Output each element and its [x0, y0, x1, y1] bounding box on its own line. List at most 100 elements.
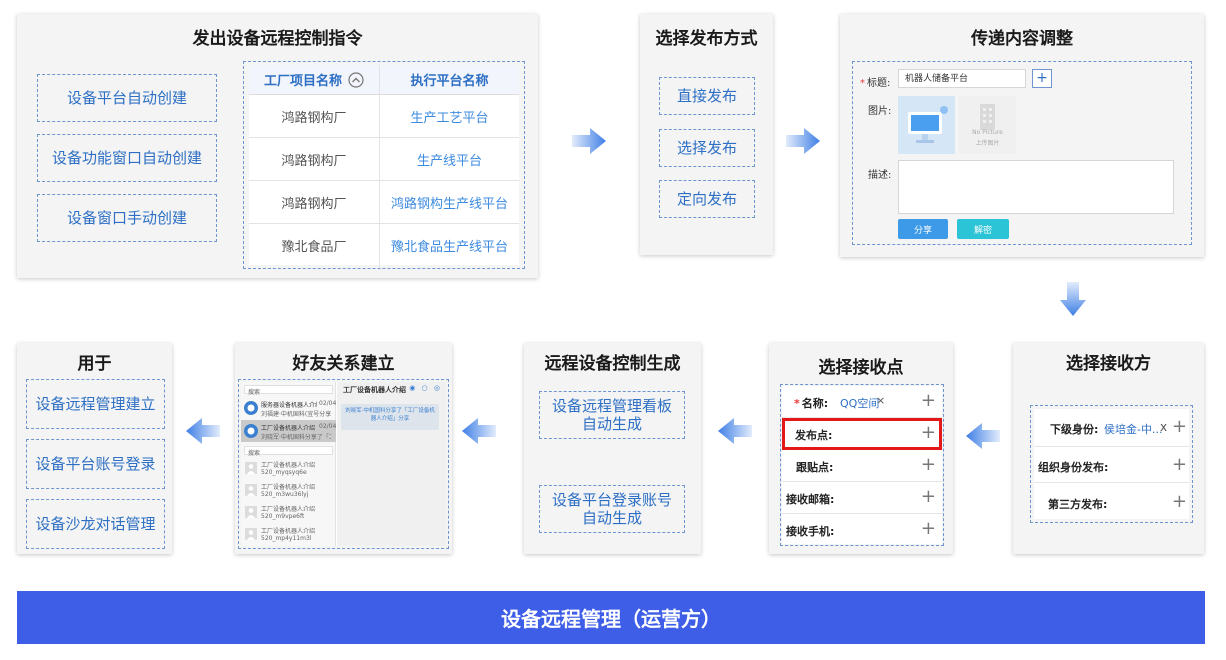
- chat-list-item[interactable]: 服务器设备机器人介绍 02/04 刘福建·中机国科(宜号分享): [241, 397, 336, 419]
- contact-item[interactable]: 工厂设备机器人介绍 520_m9vpe6ft: [241, 502, 336, 523]
- content-desc-label: 描述:: [868, 170, 892, 181]
- no-picture-text: No Picture: [972, 129, 1003, 136]
- add-icon[interactable]: +: [921, 390, 936, 411]
- remote-panel-title: 远程设备控制生成: [544, 354, 681, 374]
- remove-tag-icon[interactable]: x: [1160, 420, 1167, 434]
- table-cell-factory: 鸿路钢构厂: [281, 153, 347, 169]
- user-avatar-icon: [245, 506, 257, 518]
- add-icon[interactable]: +: [1172, 491, 1187, 512]
- remote-panel: 远程设备控制生成 设备远程管理看板自动生成 设备平台登录账号自动生成: [524, 343, 701, 554]
- cmd-panel-title: 发出设备远程控制指令: [192, 29, 363, 49]
- chat-app: 搜索 服务器设备机器人介绍 02/04 刘福建·中机国科(宜号分享) 工厂设备机…: [241, 382, 446, 546]
- table-row[interactable]: 豫北食品厂 豫北食品生产线平台: [249, 224, 519, 267]
- chat-window-pane: 工厂设备机器人介绍 ◉ ○ ◎ 刘晓军·中机国科分享了「工厂设备机器人介绍」分享: [337, 382, 446, 546]
- share-button[interactable]: 分享: [898, 219, 948, 239]
- table-header: 工厂项目名称 执行平台名称: [249, 65, 519, 95]
- table-row[interactable]: 鸿路钢构厂 鸿路钢构生产线平台: [249, 181, 519, 224]
- monitor-illustration-icon: [898, 96, 955, 154]
- chat-list-item-selected[interactable]: 工厂设备机器人介绍 02/04 刘晓军·中机国科分享了「工...」: [241, 420, 336, 442]
- user-avatar-icon: [245, 528, 257, 540]
- contact-item[interactable]: 工厂设备机器人介绍 520_myqsyq6e: [241, 458, 336, 479]
- cmd-option-2[interactable]: 设备功能窗口自动创建: [37, 134, 217, 182]
- point-row-follow[interactable]: 跟贴点: +: [782, 450, 942, 482]
- cmd-option-1[interactable]: 设备平台自动创建: [37, 74, 217, 122]
- contact-search-input[interactable]: 搜索: [244, 446, 333, 457]
- user-avatar-icon: [245, 462, 257, 474]
- factory-table: 工厂项目名称 执行平台名称 鸿路钢构厂 生产工艺平台 鸿路钢构厂 生产线平台 鸿…: [249, 65, 519, 267]
- table-cell-factory: 豫北食品厂: [281, 240, 347, 255]
- receiver-panel: 选择接收方 下级身份: 侯培金-中... x + 组织身份发布: + 第三方发布…: [1013, 343, 1204, 554]
- point-form: * 名称: QQ空间 × + 发布点: + 跟贴点: + 接收邮箱: + 接收手机…: [782, 386, 942, 544]
- publish-panel: 选择发布方式 直接发布 选择发布 定向发布: [640, 14, 773, 255]
- point-panel-title: 选择接收点: [818, 358, 904, 378]
- publish-select-option[interactable]: 选择发布: [659, 129, 755, 167]
- table-header-factory: 工厂项目名称: [249, 65, 379, 94]
- add-icon[interactable]: +: [921, 454, 936, 475]
- remove-tag-icon[interactable]: ×: [876, 394, 885, 407]
- chat-window-title: 工厂设备机器人介绍: [343, 386, 406, 394]
- add-icon[interactable]: +: [1172, 416, 1187, 437]
- point-row-email[interactable]: 接收邮箱: +: [782, 482, 942, 514]
- publish-targeted-option[interactable]: 定向发布: [659, 180, 755, 218]
- usage-option-login[interactable]: 设备平台账号登录: [26, 439, 165, 489]
- table-cell-platform[interactable]: 鸿路钢构生产线平台: [379, 181, 519, 223]
- point-panel: 选择接收点 * 名称: QQ空间 × + 发布点: + 跟贴点: + 接收邮箱: …: [769, 343, 953, 554]
- receiver-row-subordinate[interactable]: 下级身份: 侯培金-中... x +: [1034, 409, 1189, 447]
- chat-search-input[interactable]: 搜索: [244, 385, 333, 396]
- receiver-row-org[interactable]: 组织身份发布: +: [1034, 447, 1189, 483]
- cmd-panel: 发出设备远程控制指令 设备平台自动创建 设备功能窗口自动创建 设备窗口手动创建 …: [17, 14, 538, 278]
- usage-panel: 用于 设备远程管理建立 设备平台账号登录 设备沙龙对话管理: [17, 343, 172, 554]
- publish-direct-option[interactable]: 直接发布: [659, 77, 755, 115]
- point-row-publish[interactable]: 发布点: +: [782, 418, 942, 450]
- usage-option-salon[interactable]: 设备沙龙对话管理: [26, 499, 165, 549]
- collapse-icon[interactable]: [348, 71, 364, 88]
- remote-option-dashboard[interactable]: 设备远程管理看板自动生成: [539, 391, 685, 439]
- robot-avatar-icon: [244, 401, 258, 415]
- table-header-platform: 执行平台名称: [379, 65, 519, 94]
- contact-item[interactable]: 工厂设备机器人介绍 520_mp4y11m3l: [241, 524, 336, 545]
- footer-label: 设备远程管理（运营方）: [501, 607, 721, 631]
- arrow-right-icon: [572, 128, 606, 154]
- no-picture-placeholder[interactable]: No Picture 上传图片: [959, 96, 1016, 154]
- content-panel: 传递内容调整 * 标题: 机器人储备平台 + 图片: No Picture 上传图…: [840, 14, 1204, 257]
- table-row[interactable]: 鸿路钢构厂 生产线平台: [249, 138, 519, 181]
- user-avatar-icon: [245, 484, 257, 496]
- add-icon[interactable]: +: [921, 518, 936, 539]
- upload-image-text: 上传图片: [975, 140, 1000, 147]
- content-desc-textarea[interactable]: [898, 160, 1174, 214]
- receiver-row-third-party[interactable]: 第三方发布: +: [1034, 483, 1189, 519]
- arrow-down-icon: [1060, 282, 1086, 316]
- contact-item[interactable]: 工厂设备机器人介绍 520_m3wu36lyj: [241, 480, 336, 501]
- usage-panel-title: 用于: [77, 354, 112, 374]
- add-icon[interactable]: +: [921, 486, 936, 507]
- table-cell-platform[interactable]: 豫北食品生产线平台: [379, 224, 519, 267]
- robot-avatar-icon: [244, 424, 258, 438]
- add-icon[interactable]: +: [1172, 454, 1187, 475]
- table-cell-factory: 鸿路钢构厂: [281, 110, 347, 126]
- arrow-left-icon: [966, 423, 1000, 449]
- arrow-left-icon: [462, 418, 496, 444]
- table-cell-platform[interactable]: 生产线平台: [379, 138, 519, 180]
- point-row-name[interactable]: * 名称: QQ空间 × +: [782, 386, 942, 418]
- cmd-option-3[interactable]: 设备窗口手动创建: [37, 194, 217, 242]
- arrow-right-icon: [786, 128, 820, 154]
- add-icon[interactable]: +: [921, 422, 936, 443]
- point-row-phone[interactable]: 接收手机: +: [782, 514, 942, 544]
- content-title-label: * 标题:: [860, 78, 891, 89]
- content-image-label: 图片:: [868, 106, 892, 117]
- table-cell-platform[interactable]: 生产工艺平台: [379, 95, 519, 137]
- uploaded-image-thumbnail[interactable]: [898, 96, 955, 154]
- chat-message-bubble[interactable]: 刘晓军·中机国科分享了「工厂设备机器人介绍」分享: [341, 404, 439, 430]
- decrypt-button[interactable]: 解密: [957, 219, 1009, 239]
- chat-toolbar-icons[interactable]: ◉ ○ ◎: [409, 384, 442, 392]
- content-add-button[interactable]: +: [1032, 69, 1052, 88]
- usage-option-remote[interactable]: 设备远程管理建立: [26, 379, 165, 429]
- arrow-left-icon: [186, 418, 220, 444]
- content-title-input[interactable]: 机器人储备平台: [898, 69, 1026, 88]
- table-cell-factory: 鸿路钢构厂: [281, 196, 347, 212]
- friend-panel-title: 好友关系建立: [292, 354, 395, 374]
- footer-banner: 设备远程管理（运营方）: [17, 591, 1205, 644]
- table-row[interactable]: 鸿路钢构厂 生产工艺平台: [249, 95, 519, 138]
- remote-option-account[interactable]: 设备平台登录账号自动生成: [539, 485, 685, 533]
- receiver-panel-title: 选择接收方: [1066, 354, 1151, 374]
